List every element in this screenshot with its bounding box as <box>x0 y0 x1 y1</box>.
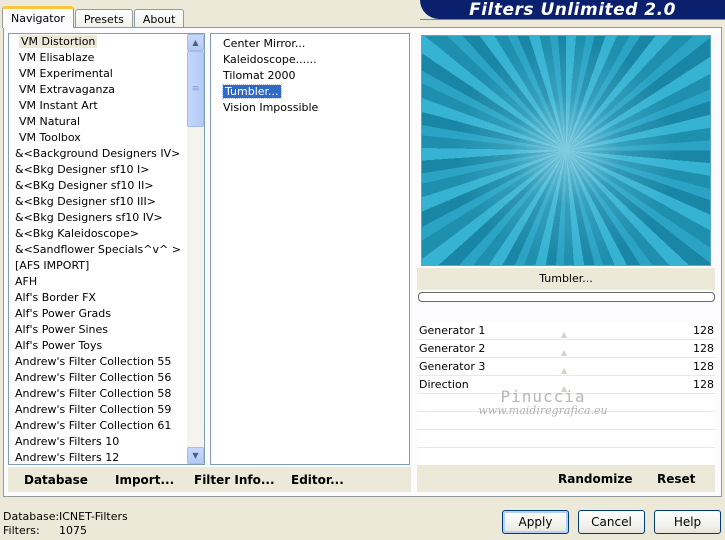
progress-bar <box>418 292 715 302</box>
param-value: 128 <box>693 360 714 373</box>
preview-filter-name: Tumbler... <box>417 268 715 290</box>
filter-list[interactable]: Center Mirror... Kaleidoscope...... Tilo… <box>210 33 410 465</box>
category-item[interactable]: &<Bkg Designer sf10 III> <box>9 194 189 210</box>
parameter-toolbar: Randomize Reset <box>417 466 715 492</box>
category-item[interactable]: &<Bkg Kaleidoscope> <box>9 226 189 242</box>
title-banner: Filters Unlimited 2.0 <box>420 0 725 19</box>
filter-item[interactable]: Vision Impossible <box>211 100 409 116</box>
category-item[interactable]: VM Toolbox <box>9 130 189 146</box>
filter-info-button[interactable]: Filter Info... <box>194 473 275 487</box>
database-button[interactable]: Database <box>24 473 88 487</box>
param-row-empty <box>417 448 715 466</box>
status-filters-label: Filters: <box>3 524 40 537</box>
status-database-value: ICNET-Filters <box>59 510 128 523</box>
param-label: Generator 2 <box>419 342 486 355</box>
category-item[interactable]: &<Bkg Designer sf10 I> <box>9 162 189 178</box>
watermark: Pinuccia www.maidiregrafica.eu <box>478 387 608 417</box>
help-button[interactable]: Help <box>654 510 721 534</box>
category-item[interactable]: &<Sandflower Specials^v^ > <box>9 242 189 258</box>
scroll-up-button[interactable]: ▲ <box>187 34 204 51</box>
tab-bar: Navigator Presets About <box>2 6 185 28</box>
category-item[interactable]: Andrew's Filters 12 <box>9 450 189 464</box>
preview-image <box>421 35 711 266</box>
grip-icon: ≡ <box>191 84 200 94</box>
apply-button[interactable]: Apply <box>502 510 569 534</box>
category-items: VM Distortion VM Elisablaze VM Experimen… <box>9 34 189 464</box>
tab-navigator[interactable]: Navigator <box>2 6 74 28</box>
category-item[interactable]: Alf's Power Sines <box>9 322 189 338</box>
param-value: 128 <box>693 324 714 337</box>
scroll-down-button[interactable]: ▼ <box>187 447 204 464</box>
category-item[interactable]: VM Distortion <box>9 34 189 50</box>
category-item[interactable]: VM Instant Art <box>9 98 189 114</box>
chevron-down-icon: ▼ <box>192 451 199 460</box>
watermark-url: www.maidiregrafica.eu <box>478 404 608 417</box>
banner-underline <box>420 19 725 23</box>
scroll-thumb[interactable]: ≡ <box>187 51 204 127</box>
import-button[interactable]: Import... <box>115 473 174 487</box>
param-value: 128 <box>693 342 714 355</box>
category-item[interactable]: Andrew's Filters 10 <box>9 434 189 450</box>
category-item[interactable]: Andrew's Filter Collection 55 <box>9 354 189 370</box>
category-item[interactable]: VM Elisablaze <box>9 50 189 66</box>
randomize-button[interactable]: Randomize <box>558 472 632 486</box>
chevron-up-icon: ▲ <box>192 38 199 47</box>
param-value: 128 <box>693 378 714 391</box>
category-item[interactable]: Andrew's Filter Collection 56 <box>9 370 189 386</box>
category-item[interactable]: Alf's Border FX <box>9 290 189 306</box>
slider-tick-icon: ▲ <box>561 348 568 357</box>
slider-tick-icon: ▲ <box>561 366 568 375</box>
param-label: Generator 1 <box>419 324 486 337</box>
category-item[interactable]: VM Natural <box>9 114 189 130</box>
category-scrollbar[interactable]: ▲ ≡ ▼ <box>187 34 204 464</box>
category-item[interactable]: VM Extravaganza <box>9 82 189 98</box>
param-label: Generator 3 <box>419 360 486 373</box>
filter-item-selected[interactable]: Tumbler... <box>211 84 409 100</box>
category-item[interactable]: Andrew's Filter Collection 59 <box>9 402 189 418</box>
tab-about[interactable]: About <box>133 9 185 28</box>
category-item[interactable]: AFH <box>9 274 189 290</box>
param-label: Direction <box>419 378 469 391</box>
filter-item[interactable]: Center Mirror... <box>211 36 409 52</box>
tab-presets[interactable]: Presets <box>74 9 133 28</box>
category-item[interactable]: &<Bkg Designers sf10 IV> <box>9 210 189 226</box>
category-item[interactable]: Andrew's Filter Collection 58 <box>9 386 189 402</box>
category-item[interactable]: VM Experimental <box>9 66 189 82</box>
reset-button[interactable]: Reset <box>657 472 695 486</box>
category-item[interactable]: Andrew's Filter Collection 61 <box>9 418 189 434</box>
status-filters-value: 1075 <box>59 524 87 537</box>
category-item[interactable]: [AFS IMPORT] <box>9 258 189 274</box>
cancel-button[interactable]: Cancel <box>578 510 645 534</box>
status-info: Database:ICNET-Filters Filters: 1075 <box>3 510 128 538</box>
slider-tick-icon: ▲ <box>561 330 568 339</box>
param-row-empty <box>417 430 715 448</box>
category-item[interactable]: &<BKg Designer sf10 II> <box>9 178 189 194</box>
param-row[interactable]: Generator 2 ▲ 128 <box>417 340 715 358</box>
editor-button[interactable]: Editor... <box>291 473 344 487</box>
status-database-label: Database: <box>3 510 60 523</box>
param-row[interactable]: Generator 1 ▲ 128 <box>417 322 715 340</box>
category-item[interactable]: Alf's Power Grads <box>9 306 189 322</box>
banner-title: Filters Unlimited 2.0 <box>469 0 676 19</box>
filter-item[interactable]: Tilomat 2000 <box>211 68 409 84</box>
navigator-toolbar: Database Import... Filter Info... Editor… <box>8 466 411 492</box>
param-row[interactable]: Generator 3 ▲ 128 <box>417 358 715 376</box>
filter-item[interactable]: Kaleidoscope...... <box>211 52 409 68</box>
category-list[interactable]: VM Distortion VM Elisablaze VM Experimen… <box>8 33 205 465</box>
category-item[interactable]: Alf's Power Toys <box>9 338 189 354</box>
category-item[interactable]: &<Background Designers IV> <box>9 146 189 162</box>
